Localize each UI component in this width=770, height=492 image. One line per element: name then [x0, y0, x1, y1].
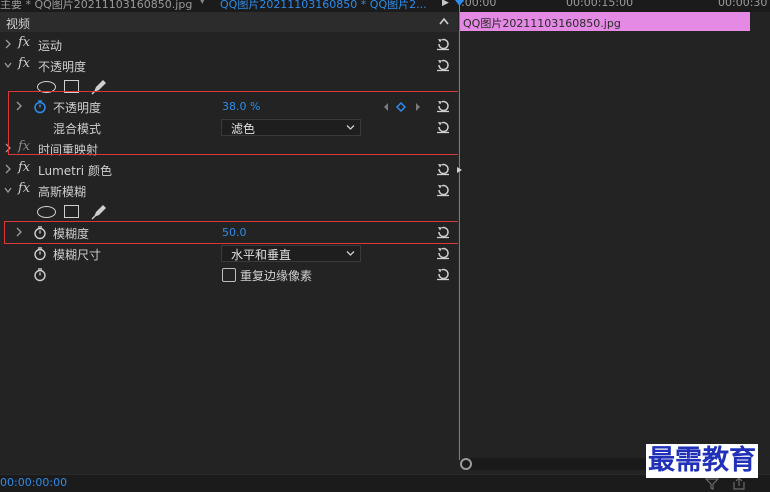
opacity-property-row[interactable]: 不透明度 38.0 % — [0, 96, 458, 117]
scrollbar-handle[interactable] — [460, 458, 472, 470]
stopwatch-icon[interactable] — [33, 246, 47, 261]
playhead-handle-icon[interactable] — [455, 0, 464, 6]
blur-dimensions-dropdown[interactable]: 水平和垂直 — [221, 245, 361, 262]
lumetri-label: Lumetri 颜色 — [38, 164, 112, 178]
stopwatch-icon[interactable] — [33, 267, 47, 282]
ellipse-mask-icon[interactable] — [37, 206, 56, 218]
chevron-right-icon[interactable] — [3, 142, 13, 154]
chevron-right-icon[interactable] — [3, 38, 13, 50]
ellipse-mask-icon[interactable] — [37, 81, 56, 93]
fx-icon: fx — [18, 139, 31, 154]
effect-row-gaussian-blur[interactable]: fx 高斯模糊 — [0, 180, 458, 201]
timeline-ruler-mid: 00:00:15:00 — [566, 0, 634, 9]
filter-icon[interactable] — [705, 477, 719, 490]
blur-dimensions-label: 模糊尺寸 — [53, 248, 102, 262]
reset-icon[interactable] — [436, 183, 450, 197]
reset-icon[interactable] — [436, 120, 450, 134]
top-tab-bar: 主要 * QQ图片20211103160850.jpg ▾ QQ图片202111… — [0, 0, 770, 12]
blurriness-value[interactable]: 50.0 — [222, 226, 247, 239]
master-tab[interactable]: 主要 * QQ图片20211103160850.jpg — [0, 0, 192, 12]
repeat-edge-checkbox[interactable] — [222, 268, 236, 282]
fx-icon: fx — [18, 56, 31, 71]
stopwatch-icon[interactable] — [33, 225, 47, 240]
effect-row-lumetri[interactable]: fx Lumetri 颜色 — [0, 159, 458, 180]
chevron-down-icon[interactable] — [3, 59, 13, 71]
reset-icon[interactable] — [436, 267, 450, 281]
keyframe-navigator[interactable] — [382, 101, 422, 113]
blurriness-row[interactable]: 模糊度 50.0 — [0, 222, 458, 243]
effect-row-motion[interactable]: fx 运动 — [0, 34, 458, 55]
fx-icon: fx — [18, 181, 31, 196]
effect-row-opacity[interactable]: fx 不透明度 — [0, 55, 458, 76]
watermark-logo: 最需教育 — [646, 444, 758, 478]
opacity-label: 不透明度 — [38, 60, 87, 74]
chevron-down-icon[interactable] — [3, 184, 13, 196]
repeat-edge-label: 重复边缘像素 — [240, 269, 313, 283]
effect-controls-panel: 视频 fx 运动 fx 不透明度 不透明度 38.0 % 混合模式 滤色 fx … — [0, 12, 458, 474]
blurriness-label: 模糊度 — [53, 227, 90, 241]
blend-mode-dropdown[interactable]: 滤色 — [221, 119, 361, 136]
repeat-edge-row: 重复边缘像素 — [0, 264, 458, 285]
chevron-right-icon[interactable] — [14, 100, 24, 112]
timeline-clip[interactable]: QQ图片20211103160850.jpg — [459, 12, 750, 31]
reset-icon[interactable] — [436, 37, 450, 51]
reset-icon[interactable] — [436, 225, 450, 239]
stopwatch-active-icon[interactable] — [33, 99, 47, 114]
reset-icon[interactable] — [436, 58, 450, 72]
gaussian-mask-tools — [0, 201, 458, 222]
fx-icon: fx — [18, 160, 31, 175]
timeline-ruler-end: 00:00:30 — [718, 0, 768, 9]
blur-dimensions-value: 水平和垂直 — [231, 248, 292, 262]
blend-mode-label: 混合模式 — [53, 122, 102, 136]
chevron-right-icon[interactable] — [3, 163, 13, 175]
time-remap-label: 时间重映射 — [38, 143, 99, 157]
video-section-label: 视频 — [6, 17, 31, 31]
clip-tab[interactable]: QQ图片20211103160850 * QQ图片2... — [220, 0, 430, 12]
opacity-value[interactable]: 38.0 % — [222, 100, 260, 113]
reset-icon[interactable] — [436, 162, 450, 176]
opacity-property-label: 不透明度 — [53, 101, 102, 115]
tab-dropdown-icon[interactable]: ▾ — [200, 0, 205, 7]
blur-dimensions-row: 模糊尺寸 水平和垂直 — [0, 243, 458, 264]
current-timecode[interactable]: 00:00:00:00 — [0, 476, 67, 489]
gaussian-blur-label: 高斯模糊 — [38, 185, 87, 199]
blend-mode-value: 滤色 — [231, 122, 256, 136]
playhead-line[interactable] — [459, 0, 460, 460]
fx-icon: fx — [18, 35, 31, 50]
timeline-ruler-start: :00:00 — [461, 0, 497, 9]
pen-mask-icon[interactable] — [91, 203, 107, 220]
pen-mask-icon[interactable] — [91, 78, 107, 95]
clip-name: QQ图片20211103160850.jpg — [463, 17, 621, 30]
chevron-right-icon[interactable] — [14, 226, 24, 238]
play-icon[interactable]: ▶ — [442, 0, 449, 8]
effect-row-time-remap[interactable]: fx 时间重映射 — [0, 138, 458, 159]
motion-label: 运动 — [38, 39, 63, 53]
video-section-header: 视频 — [0, 12, 458, 32]
rectangle-mask-icon[interactable] — [64, 205, 79, 218]
mini-timeline — [458, 12, 770, 474]
reset-icon[interactable] — [436, 99, 450, 113]
chevron-down-icon — [346, 125, 355, 130]
scroll-up-icon[interactable] — [437, 14, 451, 28]
opacity-mask-tools — [0, 76, 458, 97]
chevron-down-icon — [346, 251, 355, 256]
rectangle-mask-icon[interactable] — [64, 80, 79, 93]
blend-mode-row: 混合模式 滤色 — [0, 117, 458, 138]
keyframe-marker-icon[interactable] — [457, 167, 462, 173]
reset-icon[interactable] — [436, 246, 450, 260]
export-icon[interactable] — [732, 477, 746, 490]
